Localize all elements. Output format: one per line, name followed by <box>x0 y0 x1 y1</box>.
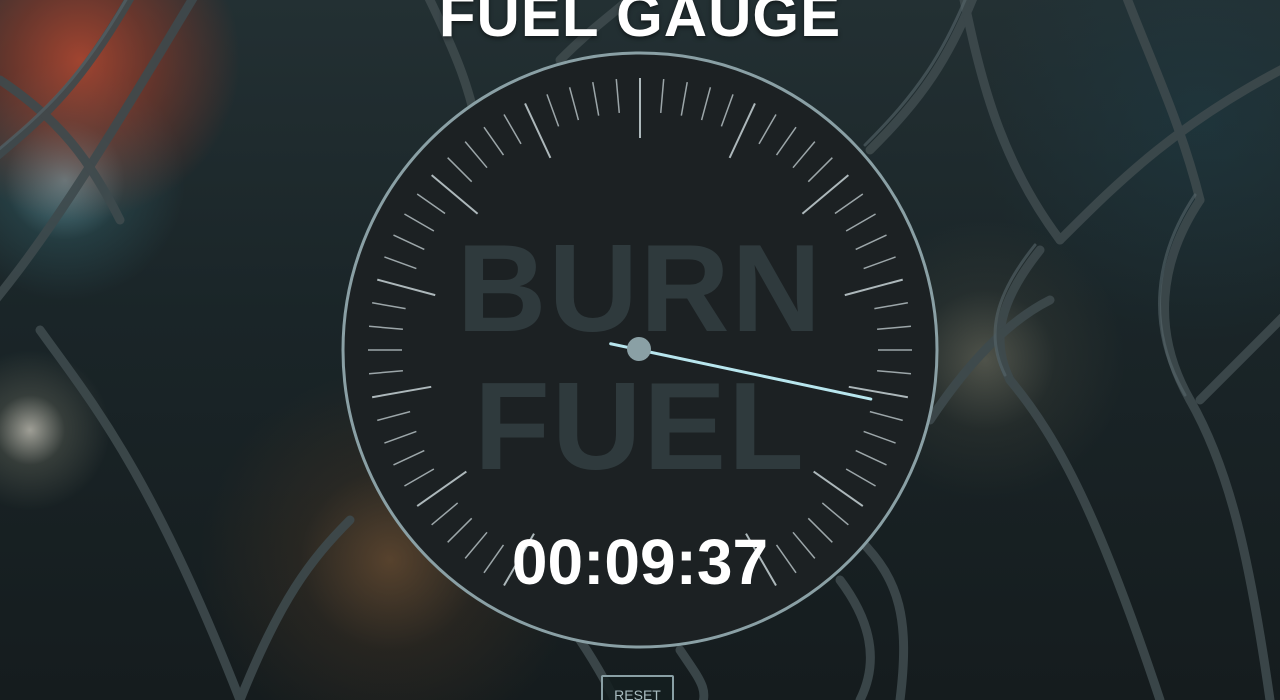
fuel-gauge: BURN FUEL 00:09:37 <box>340 50 940 650</box>
page-title: FUEL GAUGE <box>438 0 842 49</box>
gauge-watermark: BURN FUEL <box>340 220 940 496</box>
reset-button[interactable]: RESET <box>601 675 674 700</box>
watermark-burn: BURN <box>456 220 824 358</box>
elapsed-timer: 00:09:37 <box>511 526 769 598</box>
watermark-fuel: FUEL <box>474 358 806 496</box>
